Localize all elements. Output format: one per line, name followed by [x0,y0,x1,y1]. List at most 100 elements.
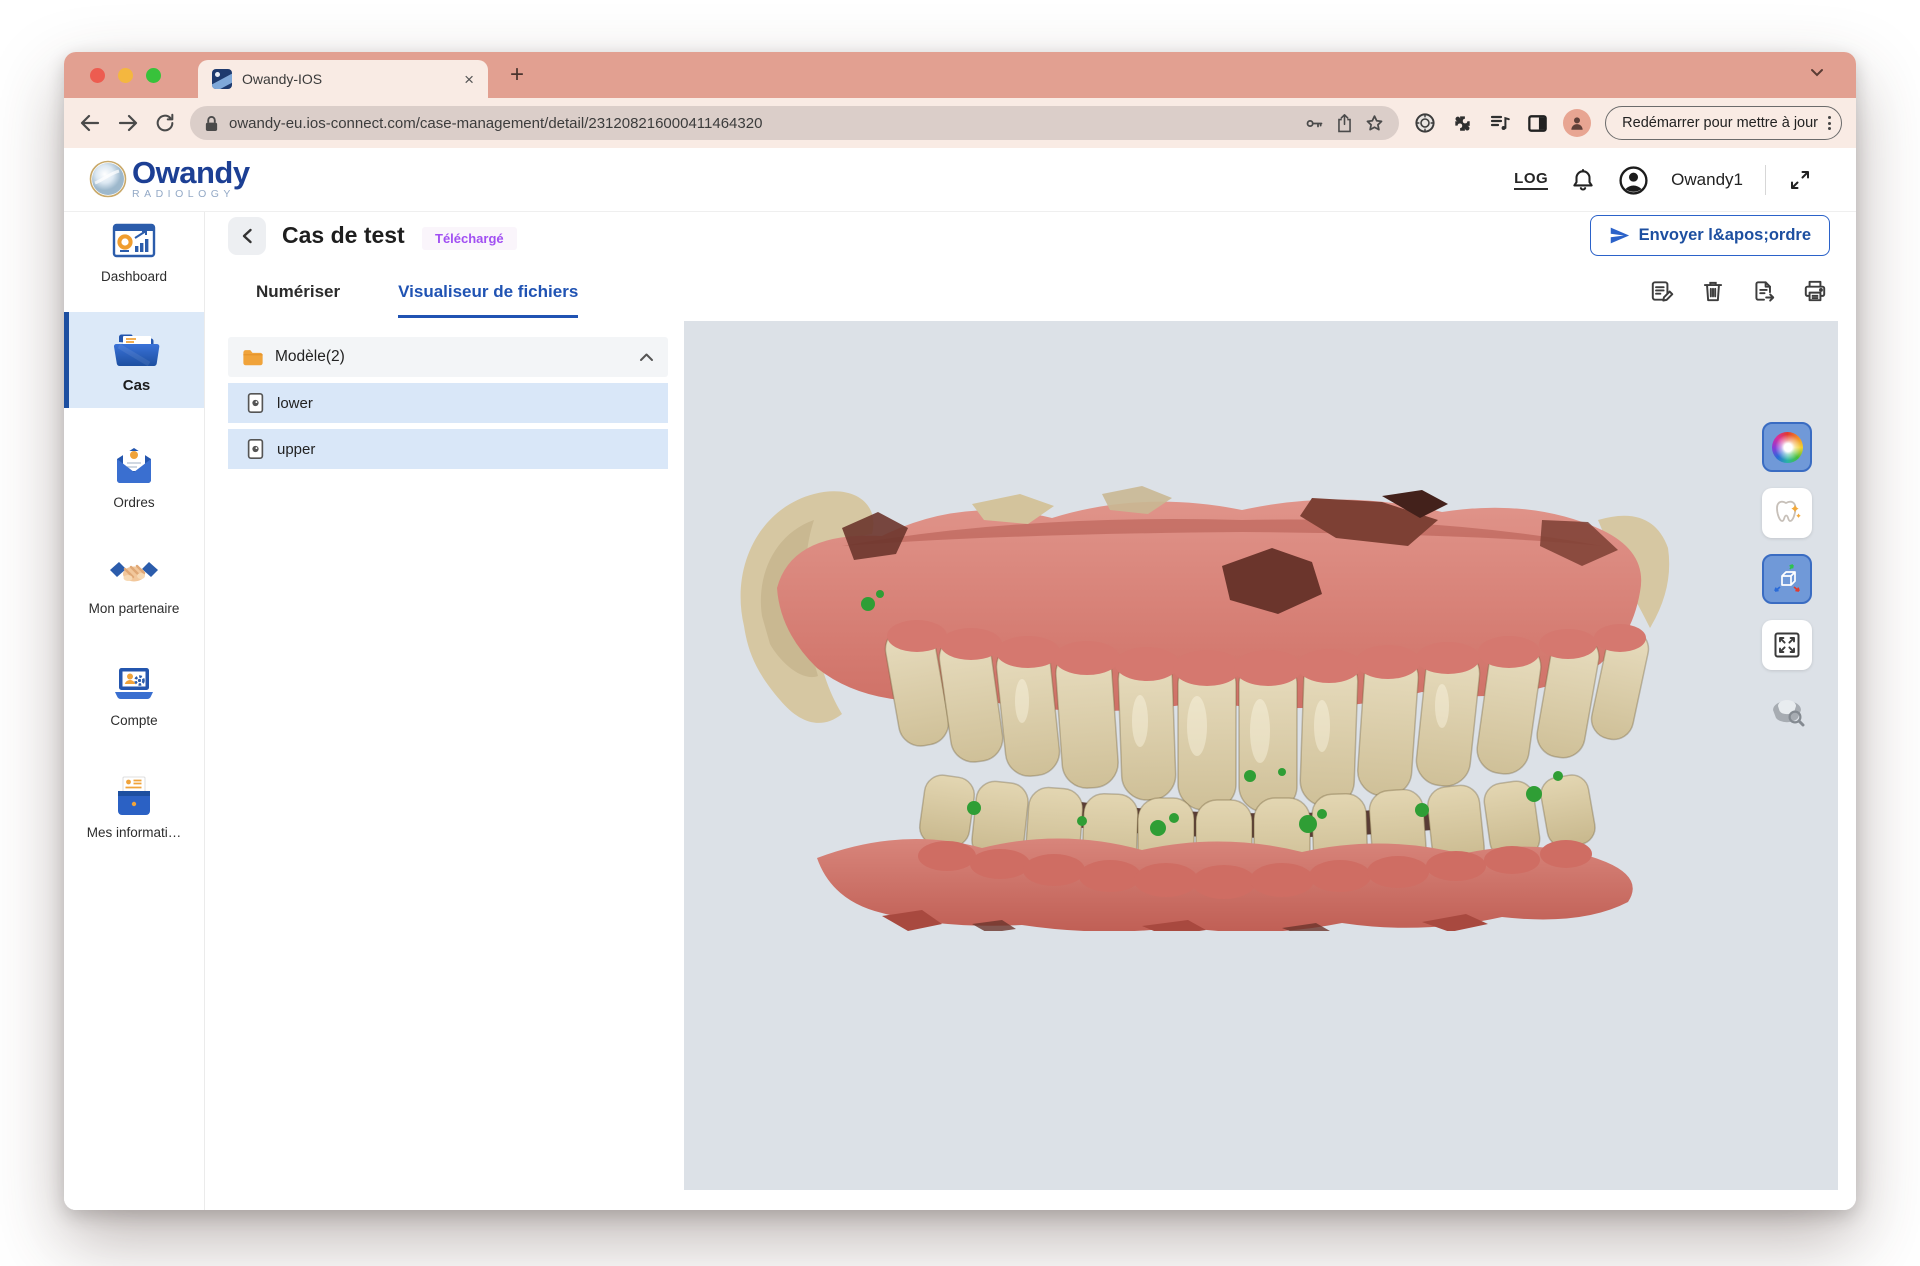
model-file-icon [246,392,265,414]
url-text[interactable]: owandy-eu.ios-connect.com/case-managemen… [229,115,1294,132]
tab-title: Owandy-IOS [242,71,454,87]
minimize-window-button[interactable] [118,68,133,83]
tooth-sparkle-icon [1771,497,1803,529]
model-viewport[interactable] [684,321,1838,1190]
sidebar-item-mes-informations[interactable]: Mes informati… [64,774,204,840]
sidebar-item-mon-partenaire[interactable]: Mon partenaire [64,554,204,616]
case-title: Cas de test [282,222,405,249]
folder-icon [242,348,264,367]
header-divider [1765,165,1766,195]
file-tree-panel: Modèle(2) lower upper [228,337,668,469]
expand-arrows-icon [1772,630,1802,660]
send-order-button[interactable]: Envoyer l&apos;ordre [1590,215,1830,256]
orders-mail-icon [111,444,157,488]
fullscreen-expand-icon[interactable] [1788,168,1812,192]
account-laptop-icon [110,664,158,706]
tab-visualiseur-de-fichiers[interactable]: Visualiseur de fichiers [398,282,578,318]
sidebar-item-compte[interactable]: Compte [64,664,204,728]
side-panel-icon[interactable] [1526,112,1549,135]
sidebar-item-ordres[interactable]: Ordres [64,444,204,510]
logo-sphere-icon [86,157,130,201]
username-label[interactable]: Owandy1 [1671,170,1743,190]
dashboard-icon [111,222,157,262]
edit-note-icon[interactable] [1649,278,1675,304]
sidebar-item-label: Cas [69,377,204,394]
sidebar-item-label: Mes informati… [64,825,204,840]
tab-search-chevron-icon[interactable] [1810,68,1824,77]
model-file-icon [246,438,265,460]
address-bar[interactable]: owandy-eu.ios-connect.com/case-managemen… [190,106,1399,140]
sidebar-item-cas[interactable]: Cas [64,312,204,408]
chrome-menu-icon[interactable] [1828,116,1831,130]
collapse-chevron-up-icon[interactable] [639,352,654,362]
dental-3d-model[interactable] [722,476,1680,931]
send-plane-icon [1609,225,1630,246]
color-wheel-icon [1772,432,1803,463]
orientation-cube-button[interactable] [1762,554,1812,604]
logo-title: Owandy [132,155,250,190]
main-content: Cas de test Téléchargé Envoyer l&apos;or… [206,212,1856,1210]
browser-window: Owandy-IOS × + owandy-eu.ios-connect.com… [64,52,1856,1210]
chrome-update-label: Redémarrer pour mettre à jour [1622,115,1818,131]
fit-to-screen-button[interactable] [1762,620,1812,670]
file-name: upper [277,441,315,458]
export-file-icon[interactable] [1751,278,1777,304]
jaw-magnifier-icon [1768,694,1806,728]
padlock-icon [204,115,219,132]
puzzle-icon[interactable] [1451,112,1474,135]
maximize-window-button[interactable] [146,68,161,83]
status-badge: Téléchargé [422,227,517,250]
browser-tab[interactable]: Owandy-IOS × [198,60,488,98]
tooth-enhance-button[interactable] [1762,488,1812,538]
browser-toolbar: owandy-eu.ios-connect.com/case-managemen… [64,98,1856,148]
tab-numeriser[interactable]: Numériser [256,282,340,318]
cases-folder-icon [111,328,163,370]
file-row-upper[interactable]: upper [228,429,668,469]
sidebar-item-dashboard[interactable]: Dashboard [64,222,204,284]
tab-favicon-icon [212,69,232,89]
file-row-lower[interactable]: lower [228,383,668,423]
color-texture-toggle-button[interactable] [1762,422,1812,472]
extension-badge-icon[interactable] [1413,111,1437,135]
user-avatar-icon[interactable] [1618,165,1649,196]
folder-header[interactable]: Modèle(2) [228,337,668,377]
print-icon[interactable] [1802,278,1828,304]
back-button[interactable] [228,217,266,255]
logo-subtitle: RADIOLOGY [132,189,250,200]
new-tab-button[interactable]: + [510,64,524,86]
notifications-bell-icon[interactable] [1570,167,1596,193]
tab-close-icon[interactable]: × [464,71,474,88]
delete-icon[interactable] [1700,278,1726,304]
my-info-box-icon [111,774,157,818]
case-action-icons [1649,278,1828,304]
traffic-lights [90,68,161,83]
reading-list-icon[interactable] [1488,111,1512,135]
browser-tab-strip: Owandy-IOS × + [64,52,1856,98]
sidebar-item-label: Mon partenaire [64,601,204,616]
chrome-update-button[interactable]: Redémarrer pour mettre à jour [1605,106,1842,140]
back-icon[interactable] [78,111,102,135]
star-icon[interactable] [1364,113,1385,134]
sidebar-item-label: Compte [64,713,204,728]
owandy-app: Owandy RADIOLOGY LOG Owandy1 [64,148,1856,1210]
reload-icon[interactable] [154,112,176,134]
occlusion-tool-button[interactable] [1762,686,1812,736]
send-order-label: Envoyer l&apos;ordre [1639,226,1811,245]
sidebar-item-label: Dashboard [64,269,204,284]
cube-axes-icon [1770,562,1804,596]
partner-handshake-icon [108,554,160,594]
close-window-button[interactable] [90,68,105,83]
viewer-toolbar [1762,422,1812,736]
folder-label: Modèle(2) [275,348,628,366]
profile-avatar-icon[interactable] [1563,109,1591,137]
owandy-logo[interactable]: Owandy RADIOLOGY [86,157,250,201]
app-header: Owandy RADIOLOGY LOG Owandy1 [64,148,1856,212]
language-log-button[interactable]: LOG [1514,170,1548,190]
case-tabs: Numériser Visualiseur de fichiers [256,282,578,318]
key-icon[interactable] [1304,113,1325,134]
sidebar-item-label: Ordres [64,495,204,510]
sidebar-nav: Dashboard Cas [64,212,205,1210]
file-name: lower [277,395,313,412]
share-icon[interactable] [1335,113,1354,134]
forward-icon[interactable] [116,111,140,135]
